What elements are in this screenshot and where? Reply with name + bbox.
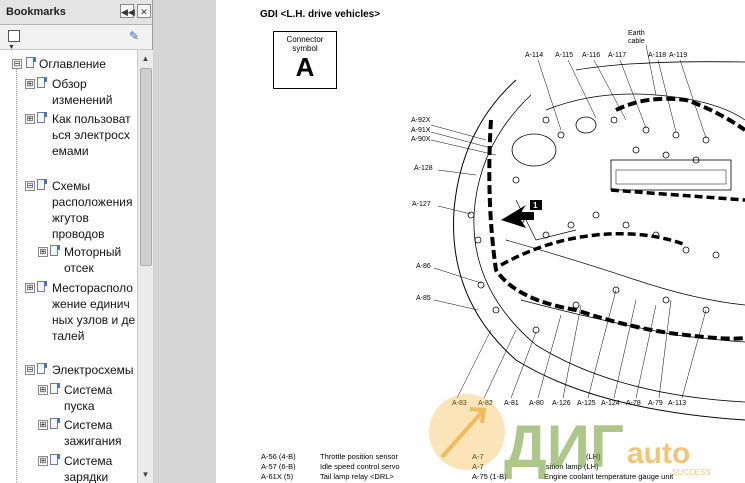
connector-label: A-115 — [555, 52, 574, 59]
bookmark-icon — [37, 112, 47, 123]
scroll-down-icon[interactable]: ▼ — [139, 468, 152, 481]
options-menu-icon[interactable]: ▼ — [8, 30, 28, 51]
expand-icon[interactable]: ⊞ — [25, 114, 35, 124]
connector-label: A-114 — [525, 52, 544, 59]
expand-icon[interactable]: ⊞ — [38, 420, 48, 430]
bookmark-label: Как пользоваться электросхемами — [52, 112, 131, 158]
connector-label: A-85 — [416, 295, 431, 302]
bookmark-label: Месторасположение единичных узлов и дета… — [52, 281, 136, 343]
expand-icon[interactable]: ⊞ — [38, 247, 48, 257]
connector-label: A-91X — [411, 127, 431, 134]
collapse-icon[interactable]: ⊟ — [25, 181, 35, 191]
connector-label: A-119 — [669, 52, 688, 59]
bookmark-icon — [50, 383, 60, 394]
collapse-panel-icon[interactable]: ◀◀ — [120, 4, 135, 18]
bookmark-label: Система зарядки — [64, 454, 113, 483]
watermark-logo: ДИГ auto SUCCESS — [429, 394, 711, 480]
bookmarks-header: Bookmarks ◀◀ ✕ — [0, 0, 152, 25]
bookmark-label: Система зажигания — [64, 418, 122, 448]
expand-icon[interactable]: ⊞ — [38, 456, 48, 466]
bookmarks-panel: Bookmarks ◀◀ ✕ ▼ ✎ ⊟ Оглавление ⊞ Обзор … — [0, 0, 153, 483]
watermark-tagline: SUCCESS — [672, 468, 711, 477]
bookmark-icon — [37, 77, 47, 88]
collapse-icon[interactable]: ⊟ — [25, 365, 35, 375]
legend-code: A-61X (5) — [261, 472, 294, 481]
bookmarks-tree: ⊟ Оглавление ⊞ Обзор изменений ⊞ Как пол… — [0, 50, 137, 483]
bookmark-icon — [50, 418, 60, 429]
bookmark-label: Схемы расположения жгутов проводов — [52, 179, 133, 241]
bookmark-icon — [50, 454, 60, 465]
scroll-up-icon[interactable]: ▲ — [139, 52, 152, 65]
connector-label: A-86 — [416, 263, 431, 270]
bookmark-label: Система пуска — [64, 383, 113, 413]
legend-desc: Tail lamp relay <DRL> — [320, 472, 394, 481]
bookmark-tool-icon[interactable]: ✎ — [129, 29, 143, 43]
bookmarks-toolbar: ▼ ✎ — [0, 25, 152, 51]
scroll-thumb[interactable] — [140, 68, 152, 266]
connector-label: A-118 — [648, 52, 667, 59]
bookmark-label: Моторный отсек — [64, 245, 122, 275]
bookmark-label: Электросхемы — [52, 363, 134, 377]
bookmarks-title: Bookmarks — [6, 6, 66, 18]
expand-icon[interactable]: ⊞ — [38, 385, 48, 395]
bookmark-icon — [37, 179, 47, 190]
bookmarks-scrollbar[interactable]: ▲ ▼ — [137, 50, 153, 483]
legend-desc: Throttle position sensor — [320, 452, 398, 461]
bookmark-label: Обзор изменений — [52, 77, 113, 107]
bookmark-label: Оглавление — [39, 57, 106, 71]
connector-label: A-92X — [411, 117, 431, 124]
connector-label: A-117 — [608, 52, 627, 59]
connector-label: A-90X — [411, 136, 431, 143]
legend-code: A-56 (4-B) — [261, 452, 296, 461]
connector-label: A-128 — [414, 165, 433, 172]
close-panel-icon[interactable]: ✕ — [137, 4, 151, 18]
bookmark-icon — [26, 57, 36, 68]
bookmark-icon — [37, 281, 47, 292]
legend-desc: Idle speed control servo — [320, 462, 400, 471]
watermark-text-main: ДИГ — [504, 413, 624, 480]
expand-icon[interactable]: ⊞ — [25, 283, 35, 293]
watermark-text-auto: auto — [627, 437, 690, 470]
diagram-marker: 1 — [533, 201, 538, 210]
legend-code: A-57 (6-B) — [261, 462, 296, 471]
viewer-background — [153, 0, 216, 483]
connector-label: A-127 — [412, 201, 431, 208]
connector-label: A-116 — [582, 52, 601, 59]
collapse-icon[interactable]: ⊟ — [12, 59, 22, 69]
expand-icon[interactable]: ⊞ — [25, 79, 35, 89]
bookmark-icon — [37, 363, 47, 374]
document-page: GDI <L.H. drive vehicles> Connector symb… — [216, 0, 745, 483]
bookmark-icon — [50, 245, 60, 256]
